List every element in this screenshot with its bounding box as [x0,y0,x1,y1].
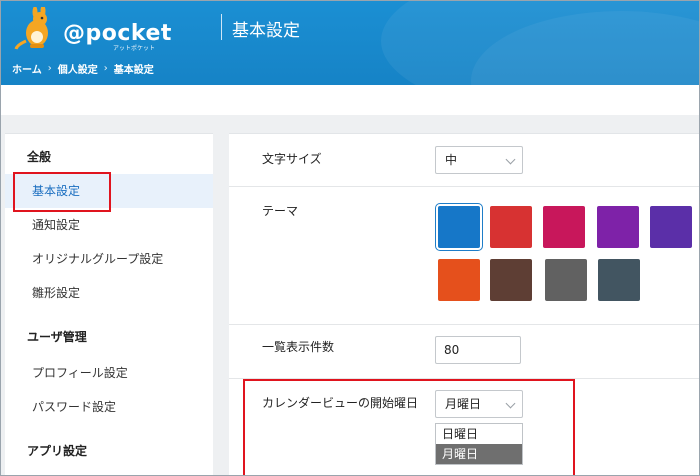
list-count-input[interactable]: 80 [435,336,521,364]
header-divider [221,14,222,40]
kangaroo-logo-icon [14,5,48,50]
theme-swatch-violet[interactable] [650,206,692,248]
theme-swatch-orange[interactable] [438,259,480,301]
sidebar-item-notification-settings[interactable]: 通知設定 [5,208,213,242]
highlight-box-calendar [243,379,575,475]
row-divider [229,186,699,187]
font-size-value: 中 [445,153,458,167]
breadcrumb-separator: › [47,63,52,74]
font-size-label: 文字サイズ [262,152,322,166]
breadcrumb: ホーム › 個人設定 › 基本設定 [12,61,154,76]
app-window: @pocket アットポケット 基本設定 ホーム › 個人設定 › 基本設定 全… [0,0,700,476]
sidebar-item-profile-settings[interactable]: プロフィール設定 [5,356,213,390]
sidebar-item-password-settings[interactable]: パスワード設定 [5,390,213,424]
app-logo[interactable]: @pocket アットポケット [13,5,171,52]
breadcrumb-current: 基本設定 [113,65,154,76]
theme-swatch-purple[interactable] [597,206,639,248]
app-header: @pocket アットポケット 基本設定 ホーム › 個人設定 › 基本設定 [1,1,699,85]
toolbar-strip [1,85,699,115]
highlight-box-sidebar [13,172,111,212]
theme-swatch-gray[interactable] [545,259,587,301]
sidebar-section-user-management: ユーザ管理 [27,330,87,344]
sidebar-section-general: 全般 [27,150,52,164]
logo-subtext: アットポケット [113,45,156,52]
breadcrumb-home[interactable]: ホーム [12,61,42,76]
list-count-label: 一覧表示件数 [262,340,335,354]
theme-swatch-red[interactable] [490,206,532,248]
breadcrumb-personal-settings[interactable]: 個人設定 [58,61,98,76]
row-divider [229,324,699,325]
theme-swatch-blue[interactable] [435,203,483,251]
sidebar-item-template-settings[interactable]: 雛形設定 [5,276,213,310]
chevron-down-icon [505,154,516,165]
sidebar-item-original-group-settings[interactable]: オリジナルグループ設定 [5,242,213,276]
theme-swatch-slate[interactable] [598,259,640,301]
page-title: 基本設定 [232,21,300,41]
theme-swatch-brown[interactable] [490,259,532,301]
font-size-select[interactable]: 中 [435,146,523,174]
theme-swatch-crimson[interactable] [543,206,585,248]
breadcrumb-separator: › [103,63,108,74]
theme-label: テーマ [262,204,299,218]
sidebar-section-app-settings: アプリ設定 [27,444,88,458]
